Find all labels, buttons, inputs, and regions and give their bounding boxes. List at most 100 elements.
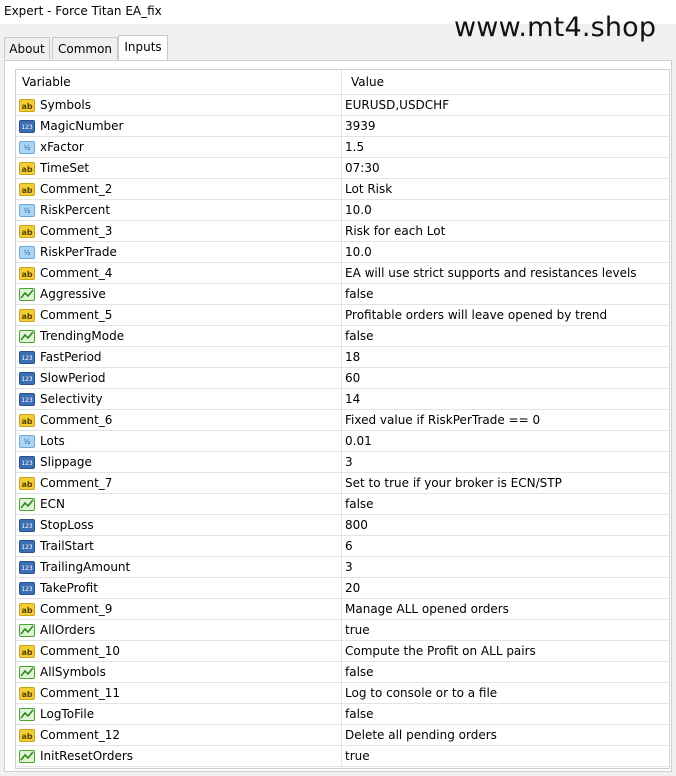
variable-cell: ECN: [16, 494, 342, 514]
variable-cell: 123 MagicNumber: [16, 116, 342, 136]
variable-cell: ab Comment_6: [16, 410, 342, 430]
table-row[interactable]: ab Comment_12 Delete all pending orders: [16, 725, 669, 746]
value-cell[interactable]: EA will use strict supports and resistan…: [342, 263, 669, 283]
table-row[interactable]: ECN false: [16, 494, 669, 515]
table-row[interactable]: ½ xFactor 1.5: [16, 137, 669, 158]
value-cell[interactable]: false: [342, 284, 669, 304]
value-cell[interactable]: 3939: [342, 116, 669, 136]
variable-name: Comment_4: [40, 266, 113, 280]
value-cell[interactable]: 0.01: [342, 431, 669, 451]
table-row[interactable]: ab Comment_9 Manage ALL opened orders: [16, 599, 669, 620]
value-cell[interactable]: 10.0: [342, 200, 669, 220]
variable-cell: AllOrders: [16, 620, 342, 640]
variable-name: AllOrders: [40, 623, 96, 637]
value-cell[interactable]: Risk for each Lot: [342, 221, 669, 241]
table-row[interactable]: ab Comment_2 Lot Risk: [16, 179, 669, 200]
value-text: false: [345, 329, 374, 343]
value-text: 6: [345, 539, 353, 553]
table-row[interactable]: ½ Lots 0.01: [16, 431, 669, 452]
value-text: false: [345, 287, 374, 301]
integer-type-icon: 123: [19, 539, 35, 553]
value-cell[interactable]: true: [342, 746, 669, 766]
string-type-icon: ab: [19, 413, 35, 427]
table-row[interactable]: 123 TrailStart 6: [16, 536, 669, 557]
variable-name: SlowPeriod: [40, 371, 106, 385]
inputs-panel: Variable Value ab Symbols EURUSD,USDCHF 123…: [4, 60, 672, 772]
tab-inputs[interactable]: Inputs: [118, 35, 168, 61]
value-column-header[interactable]: Value: [342, 70, 669, 94]
value-cell[interactable]: 6: [342, 536, 669, 556]
value-cell[interactable]: Set to true if your broker is ECN/STP: [342, 473, 669, 493]
table-row[interactable]: ab Comment_3 Risk for each Lot: [16, 221, 669, 242]
value-cell[interactable]: 10.0: [342, 242, 669, 262]
value-cell[interactable]: 3: [342, 557, 669, 577]
table-row[interactable]: AllSymbols false: [16, 662, 669, 683]
value-cell[interactable]: false: [342, 704, 669, 724]
table-row[interactable]: 123 TakeProfit 20: [16, 578, 669, 599]
value-cell[interactable]: Log to console or to a file: [342, 683, 669, 703]
value-cell[interactable]: 14: [342, 389, 669, 409]
variable-cell: AllSymbols: [16, 662, 342, 682]
table-row[interactable]: LogToFile false: [16, 704, 669, 725]
table-row[interactable]: ab Comment_11 Log to console or to a file: [16, 683, 669, 704]
tab-common[interactable]: Common: [52, 37, 118, 59]
inputs-table: Variable Value ab Symbols EURUSD,USDCHF 123…: [15, 69, 670, 769]
table-row[interactable]: 123 TrailingAmount 3: [16, 557, 669, 578]
value-cell[interactable]: Manage ALL opened orders: [342, 599, 669, 619]
variable-name: Comment_2: [40, 182, 113, 196]
double-type-icon: ½: [19, 434, 35, 448]
value-cell[interactable]: Compute the Profit on ALL pairs: [342, 641, 669, 661]
tab-about[interactable]: About: [4, 37, 50, 59]
table-row[interactable]: ab Comment_5 Profitable orders will leave …: [16, 305, 669, 326]
value-cell[interactable]: 18: [342, 347, 669, 367]
table-row[interactable]: ab Symbols EURUSD,USDCHF: [16, 95, 669, 116]
table-row[interactable]: ½ RiskPercent 10.0: [16, 200, 669, 221]
value-cell[interactable]: false: [342, 494, 669, 514]
value-text: 1.5: [345, 140, 365, 154]
table-row[interactable]: ½ RiskPerTrade 10.0: [16, 242, 669, 263]
variable-cell: ab Comment_10: [16, 641, 342, 661]
variable-cell: 123 TrailStart: [16, 536, 342, 556]
variable-name: AllSymbols: [40, 665, 106, 679]
value-cell[interactable]: 1.5: [342, 137, 669, 157]
table-row[interactable]: 123 SlowPeriod 60: [16, 368, 669, 389]
variable-cell: ab Comment_3: [16, 221, 342, 241]
variable-cell: ab Comment_11: [16, 683, 342, 703]
table-row[interactable]: Aggressive false: [16, 284, 669, 305]
table-row[interactable]: 123 Slippage 3: [16, 452, 669, 473]
value-cell[interactable]: 3: [342, 452, 669, 472]
table-row[interactable]: 123 StopLoss 800: [16, 515, 669, 536]
variable-column-header[interactable]: Variable: [16, 70, 342, 94]
variable-name: Comment_3: [40, 224, 113, 238]
value-cell[interactable]: false: [342, 662, 669, 682]
value-cell[interactable]: Profitable orders will leave opened by t…: [342, 305, 669, 325]
variable-cell: InitResetOrders: [16, 746, 342, 766]
table-row[interactable]: InitResetOrders true: [16, 746, 669, 767]
value-cell[interactable]: Delete all pending orders: [342, 725, 669, 745]
value-cell[interactable]: Fixed value if RiskPerTrade == 0: [342, 410, 669, 430]
string-type-icon: ab: [19, 224, 35, 238]
value-cell[interactable]: 60: [342, 368, 669, 388]
table-row[interactable]: ab Comment_10 Compute the Profit on ALL pa…: [16, 641, 669, 662]
value-cell[interactable]: EURUSD,USDCHF: [342, 95, 669, 115]
table-row[interactable]: 123 FastPeriod 18: [16, 347, 669, 368]
value-cell[interactable]: Lot Risk: [342, 179, 669, 199]
value-cell[interactable]: true: [342, 620, 669, 640]
value-cell[interactable]: 800: [342, 515, 669, 535]
string-type-icon: ab: [19, 161, 35, 175]
table-row[interactable]: ab Comment_6 Fixed value if RiskPerTrade =…: [16, 410, 669, 431]
value-text: Delete all pending orders: [345, 728, 497, 742]
variable-name: TrailStart: [40, 539, 94, 553]
value-cell[interactable]: 07:30: [342, 158, 669, 178]
table-row[interactable]: ab Comment_7 Set to true if your broker is…: [16, 473, 669, 494]
value-cell[interactable]: false: [342, 326, 669, 346]
table-row[interactable]: ab Comment_4 EA will use strict supports a…: [16, 263, 669, 284]
boolean-type-icon: [19, 665, 35, 679]
double-type-icon: ½: [19, 203, 35, 217]
table-row[interactable]: TrendingMode false: [16, 326, 669, 347]
table-row[interactable]: ab TimeSet 07:30: [16, 158, 669, 179]
table-row[interactable]: 123 Selectivity 14: [16, 389, 669, 410]
table-row[interactable]: AllOrders true: [16, 620, 669, 641]
value-cell[interactable]: 20: [342, 578, 669, 598]
table-row[interactable]: 123 MagicNumber 3939: [16, 116, 669, 137]
